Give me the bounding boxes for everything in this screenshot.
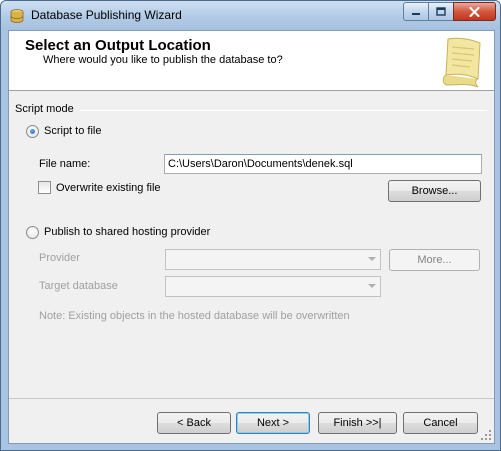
- target-database-label: Target database: [39, 280, 118, 292]
- page-title: Select an Output Location: [25, 37, 211, 54]
- back-button[interactable]: < Back: [157, 412, 231, 434]
- publish-hosting-radio[interactable]: [26, 226, 39, 239]
- finish-button[interactable]: Finish >>|: [318, 412, 397, 434]
- page-subtitle: Where would you like to publish the data…: [43, 54, 283, 66]
- hosting-note: Note: Existing objects in the hosted dat…: [39, 310, 350, 322]
- cancel-button[interactable]: Cancel: [403, 412, 478, 434]
- footer-separator: [9, 398, 494, 399]
- more-button[interactable]: More...: [389, 249, 480, 271]
- wizard-page: Select an Output Location Where would yo…: [8, 30, 495, 444]
- publish-hosting-label[interactable]: Publish to shared hosting provider: [44, 226, 210, 238]
- close-icon: [469, 6, 480, 17]
- minimize-button[interactable]: [403, 2, 429, 21]
- wizard-window: Database Publishing Wizard Select an Out…: [0, 0, 501, 451]
- wizard-header: Select an Output Location Where would yo…: [9, 31, 494, 91]
- file-name-label: File name:: [39, 158, 91, 170]
- script-to-file-label[interactable]: Script to file: [44, 125, 101, 137]
- provider-label: Provider: [39, 252, 80, 264]
- radio-selected-dot: [30, 129, 35, 134]
- group-separator: [79, 110, 487, 111]
- script-mode-group-label: Script mode: [15, 103, 74, 115]
- provider-dropdown[interactable]: [165, 249, 381, 270]
- chevron-down-icon: [368, 257, 376, 261]
- scroll-icon: [442, 37, 481, 88]
- database-wizard-icon: [10, 9, 24, 23]
- resize-grip-icon[interactable]: [480, 429, 492, 441]
- close-button[interactable]: [453, 2, 496, 21]
- target-database-dropdown[interactable]: [165, 276, 381, 297]
- title-bar[interactable]: Database Publishing Wizard: [1, 1, 500, 30]
- script-to-file-radio[interactable]: [26, 125, 39, 138]
- next-button[interactable]: Next >: [236, 412, 310, 434]
- minimize-icon: [412, 12, 420, 15]
- maximize-button[interactable]: [428, 2, 454, 21]
- overwrite-checkbox[interactable]: [38, 181, 51, 194]
- maximize-icon: [436, 7, 446, 16]
- chevron-down-icon: [368, 284, 376, 288]
- file-name-input[interactable]: C:\Users\Daron\Documents\denek.sql: [164, 154, 482, 174]
- window-title: Database Publishing Wizard: [31, 8, 182, 22]
- browse-button[interactable]: Browse...: [388, 180, 481, 202]
- overwrite-label[interactable]: Overwrite existing file: [56, 182, 161, 194]
